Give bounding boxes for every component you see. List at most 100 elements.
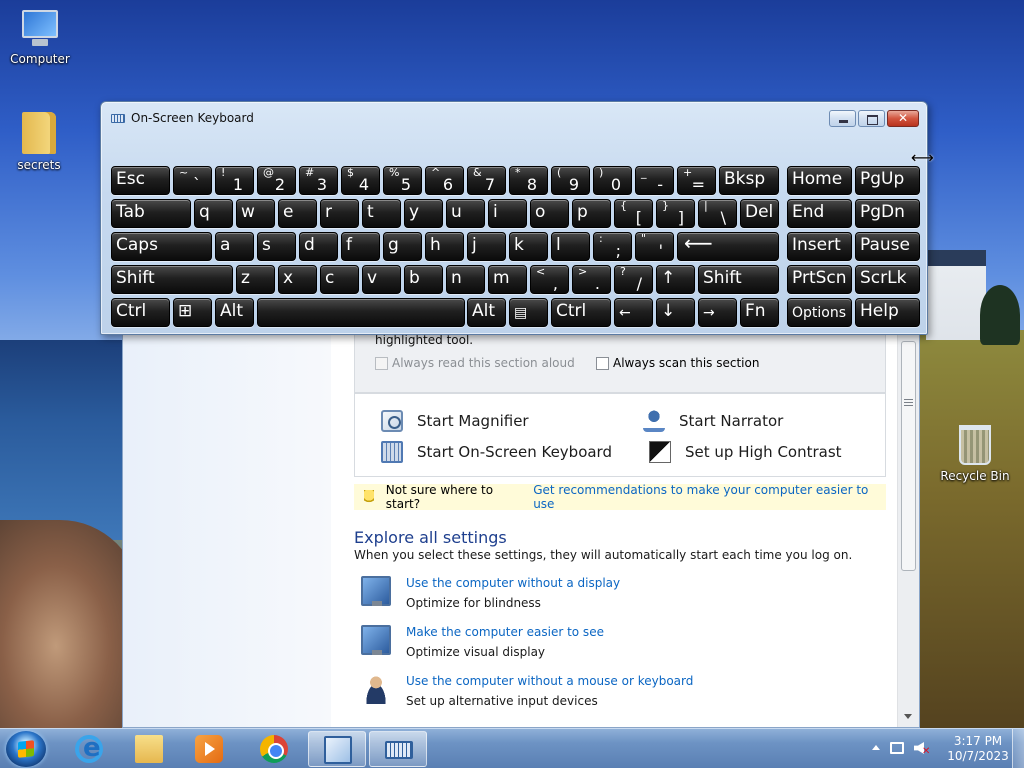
desktop-icon-computer[interactable]: Computer [2,10,78,66]
key-right-alt[interactable]: Alt [467,298,506,327]
key-pgdn[interactable]: PgDn [855,199,920,228]
clock[interactable]: 3:17 PM 10/7/2023 [946,734,1010,764]
show-hidden-icons-icon[interactable] [872,745,880,750]
key-left-bracket[interactable]: {[ [614,199,653,228]
start-magnifier-link[interactable]: Start Magnifier [381,410,529,432]
taskbar-on-screen-keyboard[interactable] [369,731,427,767]
taskbar-chrome[interactable] [245,731,303,767]
start-button[interactable] [6,731,46,767]
key-right-shift[interactable]: Shift [698,265,779,294]
key-enter[interactable]: ⟵ [677,232,779,261]
key-2[interactable]: @2 [257,166,296,195]
key-left-shift[interactable]: Shift [111,265,233,294]
key-end[interactable]: End [787,199,852,228]
key-comma[interactable]: <, [530,265,569,294]
key-right-ctrl[interactable]: Ctrl [551,298,611,327]
key-u[interactable]: u [446,199,485,228]
setup-high-contrast-link[interactable]: Set up High Contrast [649,441,842,463]
show-desktop-button[interactable] [1012,729,1024,769]
minimize-button[interactable] [829,110,856,127]
key-a[interactable]: a [215,232,254,261]
key-q[interactable]: q [194,199,233,228]
key-windows[interactable]: ⊞ [173,298,212,327]
key-p[interactable]: p [572,199,611,228]
key-w[interactable]: w [236,199,275,228]
key-prtscn[interactable]: PrtScn [787,265,852,294]
key-4[interactable]: $4 [341,166,380,195]
taskbar-file-explorer[interactable] [120,731,178,767]
key-tilde[interactable]: ~ ` [173,166,212,195]
key-e[interactable]: e [278,199,317,228]
setting-link[interactable]: Make the computer easier to see [406,625,604,639]
key-v[interactable]: v [362,265,401,294]
key-options[interactable]: Options [787,298,852,327]
key-8[interactable]: * 8 [509,166,548,195]
key-left-alt[interactable]: Alt [215,298,254,327]
maximize-button[interactable] [858,110,885,127]
key-7[interactable]: & 7 [467,166,506,195]
key-right-bracket[interactable]: }] [656,199,695,228]
key-j[interactable]: j [467,232,506,261]
key-s[interactable]: s [257,232,296,261]
key-pause[interactable]: Pause [855,232,920,261]
key-del[interactable]: Del [740,199,779,228]
key-c[interactable]: c [320,265,359,294]
key-1[interactable]: ! 1 [215,166,254,195]
key-right[interactable]: → [698,298,737,327]
network-icon[interactable] [890,742,904,754]
key-up[interactable]: ↑ [656,265,695,294]
key-l[interactable]: l [551,232,590,261]
key-insert[interactable]: Insert [787,232,852,261]
key-m[interactable]: m [488,265,527,294]
key-3[interactable]: #3 [299,166,338,195]
key-5[interactable]: % 5 [383,166,422,195]
key-0[interactable]: ) 0 [593,166,632,195]
key-y[interactable]: y [404,199,443,228]
key-g[interactable]: g [383,232,422,261]
key-caps[interactable]: Caps [111,232,212,261]
key-home[interactable]: Home [787,166,852,195]
setting-link[interactable]: Use the computer without a mouse or keyb… [406,674,693,688]
desktop-icon-secrets[interactable]: secrets [1,112,77,172]
key-esc[interactable]: Esc [111,166,170,195]
key-scrlk[interactable]: ScrLk [855,265,920,294]
key-slash[interactable]: ? / [614,265,653,294]
key-b[interactable]: b [404,265,443,294]
key-space[interactable] [257,298,465,327]
key-t[interactable]: t [362,199,401,228]
setting-link[interactable]: Use the computer without a display [406,576,620,590]
key-left-ctrl[interactable]: Ctrl [111,298,170,327]
key-9[interactable]: (9 [551,166,590,195]
key-f[interactable]: f [341,232,380,261]
read-aloud-checkbox[interactable]: Always read this section aloud [375,356,575,370]
key-period[interactable]: >. [572,265,611,294]
scrollbar-thumb[interactable] [901,341,916,571]
key-i[interactable]: i [488,199,527,228]
start-on-screen-keyboard-link[interactable]: Start On-Screen Keyboard [381,441,612,463]
key-6[interactable]: ^ 6 [425,166,464,195]
key-n[interactable]: n [446,265,485,294]
key-o[interactable]: o [530,199,569,228]
key-menu[interactable]: ▤ [509,298,548,327]
key-minus[interactable]: _ - [635,166,674,195]
desktop-icon-recycle-bin[interactable]: Recycle Bin [937,425,1013,483]
key-backspace[interactable]: Bksp [719,166,779,195]
key-semicolon[interactable]: :; [593,232,632,261]
close-button[interactable] [887,110,919,127]
scroll-down-arrow[interactable] [904,714,912,719]
vertical-scrollbar[interactable] [897,301,919,727]
start-narrator-link[interactable]: Start Narrator [643,410,783,432]
key-x[interactable]: x [278,265,317,294]
key-tab[interactable]: Tab [111,199,191,228]
key-left[interactable]: ← [614,298,653,327]
key-h[interactable]: h [425,232,464,261]
key-down[interactable]: ↓ [656,298,695,327]
key-d[interactable]: d [299,232,338,261]
taskbar-internet-explorer[interactable] [60,731,118,767]
key-k[interactable]: k [509,232,548,261]
recommendations-link[interactable]: Get recommendations to make your compute… [533,483,886,511]
taskbar-media-player[interactable] [180,731,238,767]
key-backslash[interactable]: | \ [698,199,737,228]
key-help[interactable]: Help [855,298,920,327]
key-fn[interactable]: Fn [740,298,779,327]
